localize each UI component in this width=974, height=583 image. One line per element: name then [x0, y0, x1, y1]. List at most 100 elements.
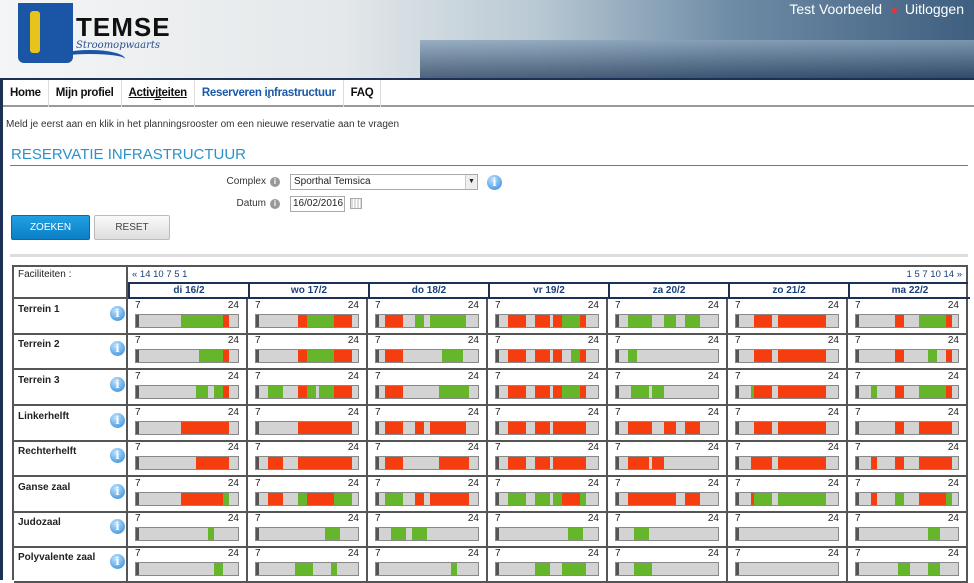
planning-cell[interactable]: 7 24 — [248, 299, 368, 335]
nav-item-home[interactable]: Home — [3, 80, 49, 107]
pager-next[interactable]: 1 5 7 10 14 » — [907, 269, 962, 280]
planning-cell[interactable]: 7 24 — [248, 370, 368, 406]
free-slot[interactable] — [628, 315, 652, 327]
availability-bar[interactable] — [855, 385, 959, 399]
reserved-slot[interactable] — [871, 457, 877, 469]
reserved-slot[interactable] — [754, 350, 772, 362]
reserved-slot[interactable] — [508, 386, 526, 398]
reserved-slot[interactable] — [508, 315, 526, 327]
free-slot[interactable] — [628, 350, 637, 362]
reserved-slot[interactable] — [754, 386, 772, 398]
reserved-slot[interactable] — [778, 315, 826, 327]
planning-cell[interactable]: 7 24 — [848, 547, 968, 583]
reserved-slot[interactable] — [385, 350, 403, 362]
availability-bar[interactable] — [735, 527, 839, 541]
reserved-slot[interactable] — [754, 422, 772, 434]
free-slot[interactable] — [535, 493, 550, 505]
reserved-slot[interactable] — [535, 457, 550, 469]
reserved-slot[interactable] — [223, 350, 229, 362]
planning-cell[interactable]: 7 24 — [488, 547, 608, 583]
availability-bar[interactable] — [255, 527, 359, 541]
reserved-slot[interactable] — [535, 350, 550, 362]
planning-cell[interactable]: 7 24 — [368, 547, 488, 583]
availability-bar[interactable] — [615, 562, 719, 576]
planning-cell[interactable]: 7 24 — [248, 441, 368, 477]
planning-cell[interactable]: 7 24 — [848, 441, 968, 477]
facility-info-icon[interactable]: i — [110, 377, 125, 392]
reserved-slot[interactable] — [535, 386, 550, 398]
reserved-slot[interactable] — [628, 457, 649, 469]
planning-cell[interactable]: 7 24 — [728, 334, 848, 370]
reserved-slot[interactable] — [553, 422, 586, 434]
availability-bar[interactable] — [735, 492, 839, 506]
planning-cell[interactable]: 7 24 — [848, 406, 968, 442]
availability-bar[interactable] — [735, 385, 839, 399]
planning-cell[interactable]: 7 24 — [128, 334, 248, 370]
free-slot[interactable] — [441, 350, 463, 362]
planning-cell[interactable]: 7 24 — [848, 299, 968, 335]
complex-select[interactable]: Sporthal Temsica ▼ — [290, 174, 478, 190]
reserved-slot[interactable] — [919, 493, 946, 505]
reserved-slot[interactable] — [298, 315, 307, 327]
planning-cell[interactable]: 7 24 — [368, 406, 488, 442]
free-slot[interactable] — [568, 528, 583, 540]
reserved-slot[interactable] — [895, 315, 904, 327]
reserved-slot[interactable] — [307, 493, 334, 505]
planning-cell[interactable]: 7 24 — [128, 370, 248, 406]
free-slot[interactable] — [571, 350, 580, 362]
reserved-slot[interactable] — [385, 386, 403, 398]
free-slot[interactable] — [181, 315, 223, 327]
reserved-slot[interactable] — [895, 386, 904, 398]
planning-cell[interactable]: 7 24 — [728, 299, 848, 335]
planning-cell[interactable]: 7 24 — [848, 334, 968, 370]
reserved-slot[interactable] — [553, 457, 586, 469]
reserved-slot[interactable] — [778, 386, 826, 398]
free-slot[interactable] — [268, 386, 283, 398]
free-slot[interactable] — [223, 493, 229, 505]
availability-bar[interactable] — [855, 527, 959, 541]
reserved-slot[interactable] — [181, 422, 229, 434]
availability-bar[interactable] — [375, 421, 479, 435]
reserved-slot[interactable] — [298, 350, 307, 362]
free-slot[interactable] — [895, 493, 904, 505]
free-slot[interactable] — [919, 386, 946, 398]
availability-bar[interactable] — [375, 527, 479, 541]
free-slot[interactable] — [631, 386, 649, 398]
planning-cell[interactable]: 7 24 — [728, 477, 848, 513]
reserved-slot[interactable] — [508, 350, 526, 362]
reserved-slot[interactable] — [778, 422, 826, 434]
nav-item-mijn-profiel[interactable]: Mijn profiel — [49, 80, 122, 107]
reserved-slot[interactable] — [628, 422, 652, 434]
reserved-slot[interactable] — [508, 457, 526, 469]
reserved-slot[interactable] — [580, 315, 586, 327]
planning-cell[interactable]: 7 24 — [488, 441, 608, 477]
reserved-slot[interactable] — [754, 315, 772, 327]
reserved-slot[interactable] — [778, 457, 826, 469]
reserved-slot[interactable] — [751, 457, 772, 469]
reserved-slot[interactable] — [268, 457, 283, 469]
availability-bar[interactable] — [495, 456, 599, 470]
availability-bar[interactable] — [375, 349, 479, 363]
free-slot[interactable] — [415, 315, 424, 327]
reserved-slot[interactable] — [580, 386, 586, 398]
free-slot[interactable] — [199, 350, 223, 362]
availability-bar[interactable] — [135, 314, 239, 328]
reserved-slot[interactable] — [385, 315, 403, 327]
reserved-slot[interactable] — [919, 457, 952, 469]
free-slot[interactable] — [319, 386, 334, 398]
availability-bar[interactable] — [495, 314, 599, 328]
free-slot[interactable] — [634, 528, 649, 540]
free-slot[interactable] — [535, 563, 550, 575]
facility-info-icon[interactable]: i — [110, 554, 125, 569]
availability-bar[interactable] — [615, 456, 719, 470]
free-slot[interactable] — [214, 386, 223, 398]
reserved-slot[interactable] — [334, 386, 352, 398]
reserved-slot[interactable] — [439, 457, 469, 469]
free-slot[interactable] — [928, 350, 937, 362]
availability-bar[interactable] — [255, 421, 359, 435]
planning-cell[interactable]: 7 24 — [248, 547, 368, 583]
free-slot[interactable] — [898, 563, 910, 575]
availability-bar[interactable] — [855, 421, 959, 435]
reserved-slot[interactable] — [430, 493, 469, 505]
reserved-slot[interactable] — [553, 350, 562, 362]
